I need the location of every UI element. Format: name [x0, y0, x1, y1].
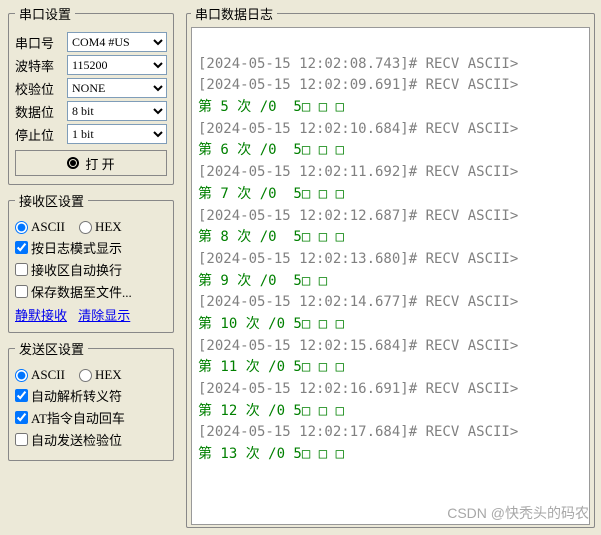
recv-settings-group: 接收区设置 ASCII HEX 按日志模式显示 接收区自动换行 保存数据至文件.… [8, 191, 174, 333]
save-file-checkbox[interactable]: 保存数据至文件... [15, 282, 132, 301]
parity-label: 校验位 [15, 79, 61, 98]
log-mode-checkbox[interactable]: 按日志模式显示 [15, 238, 122, 257]
recv-hex-radio[interactable]: HEX [79, 219, 122, 235]
clear-display-link[interactable]: 清除显示 [78, 308, 130, 323]
stopbits-label: 停止位 [15, 125, 61, 144]
parity-select[interactable]: NONE [67, 78, 167, 98]
baud-label: 波特率 [15, 56, 61, 75]
port-select[interactable]: COM4 #US [67, 32, 167, 52]
open-label: 打 开 [85, 154, 114, 173]
log-legend: 串口数据日志 [191, 4, 277, 23]
databits-select[interactable]: 8 bit [67, 101, 167, 121]
auto-escape-checkbox[interactable]: 自动解析转义符 [15, 386, 122, 405]
databits-label: 数据位 [15, 102, 61, 121]
recv-ascii-radio[interactable]: ASCII [15, 219, 65, 235]
send-settings-group: 发送区设置 ASCII HEX 自动解析转义符 AT指令自动回车 自动发送检验位 [8, 339, 174, 461]
log-group: 串口数据日志 [2024-05-15 12:02:08.743]# RECV A… [186, 4, 595, 528]
baud-select[interactable]: 115200 [67, 55, 167, 75]
port-label: 串口号 [15, 33, 61, 52]
auto-checksum-checkbox[interactable]: 自动发送检验位 [15, 430, 122, 449]
mute-recv-link[interactable]: 静默接收 [15, 308, 67, 323]
auto-wrap-checkbox[interactable]: 接收区自动换行 [15, 260, 122, 279]
open-port-button[interactable]: 打 开 [15, 150, 167, 176]
stopbits-select[interactable]: 1 bit [67, 124, 167, 144]
serial-settings-group: 串口设置 串口号 COM4 #US 波特率 115200 校验位 NONE 数据… [8, 4, 174, 185]
at-newline-checkbox[interactable]: AT指令自动回车 [15, 408, 125, 427]
serial-legend: 串口设置 [15, 4, 75, 23]
send-ascii-radio[interactable]: ASCII [15, 367, 65, 383]
record-icon [67, 157, 79, 169]
send-hex-radio[interactable]: HEX [79, 367, 122, 383]
send-legend: 发送区设置 [15, 339, 88, 358]
recv-legend: 接收区设置 [15, 191, 88, 210]
log-textarea[interactable]: [2024-05-15 12:02:08.743]# RECV ASCII>[2… [191, 27, 590, 525]
